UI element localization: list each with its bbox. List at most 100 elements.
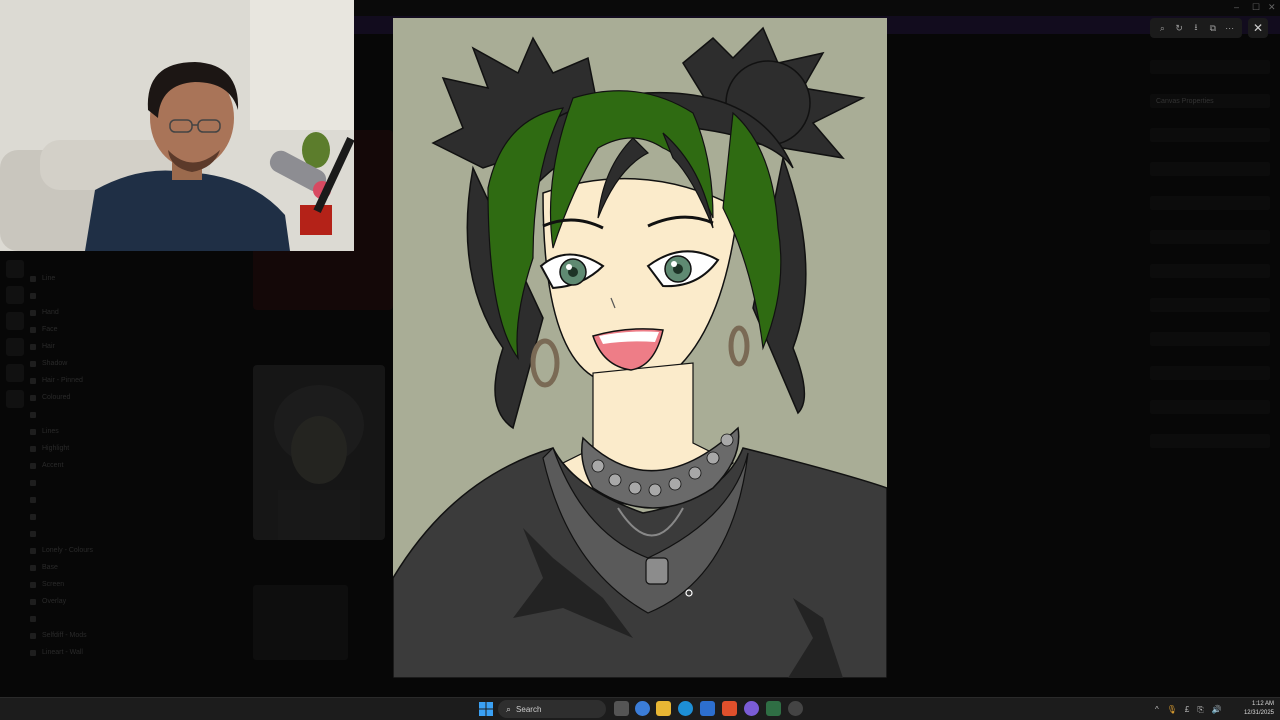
layer-row[interactable] [30, 287, 140, 304]
layer-row[interactable]: Line [30, 270, 140, 287]
layer-row[interactable] [30, 474, 140, 491]
layer-visibility-icon[interactable] [30, 326, 36, 333]
thumbnail-art-icon [274, 385, 364, 540]
tool-button[interactable] [6, 286, 24, 304]
layer-label: Coloured [42, 394, 71, 401]
app-titlebar: – ☐ ✕ [354, 0, 1280, 16]
layer-label: Hair - Pinned [42, 377, 83, 384]
layer-visibility-icon[interactable] [30, 564, 36, 571]
layer-visibility-icon[interactable] [30, 496, 36, 503]
layer-row[interactable]: Lineart - Wall [30, 644, 140, 661]
layer-row[interactable]: Shadow [30, 355, 140, 372]
layer-label: Hair [42, 343, 55, 350]
layer-visibility-icon[interactable] [30, 479, 36, 486]
layer-row[interactable]: Lonely - Colours [30, 542, 140, 559]
layer-visibility-icon[interactable] [30, 547, 36, 554]
layer-label: Shadow [42, 360, 68, 367]
currency-icon[interactable]: £ [1185, 705, 1189, 714]
share-icon[interactable]: ↻ [1172, 21, 1186, 35]
layer-visibility-icon[interactable] [30, 428, 36, 435]
layer-row[interactable] [30, 491, 140, 508]
viewer-close-button[interactable]: ✕ [1248, 18, 1268, 38]
layer-row[interactable] [30, 525, 140, 542]
anime-girl-artwork-icon [393, 18, 887, 678]
copilot-icon[interactable] [635, 701, 650, 716]
excel-icon[interactable] [766, 701, 781, 716]
window-close-icon[interactable]: ✕ [1268, 2, 1276, 13]
layer-visibility-icon[interactable] [30, 377, 36, 384]
layer-visibility-icon[interactable] [30, 598, 36, 605]
layer-row[interactable]: Hand [30, 304, 140, 321]
reference-thumbnail[interactable] [253, 365, 385, 540]
more-icon[interactable]: ⋯ [1223, 21, 1237, 35]
maximize-icon[interactable]: ☐ [1252, 2, 1260, 13]
brave-icon[interactable] [722, 701, 737, 716]
clock-date: 12/31/2025 [1243, 710, 1274, 716]
layer-row[interactable]: Screen [30, 576, 140, 593]
layer-row[interactable]: Hair [30, 338, 140, 355]
layer-row[interactable]: Coloured [30, 389, 140, 406]
layer-row[interactable]: Hair - Pinned [30, 372, 140, 389]
layer-row[interactable] [30, 610, 140, 627]
tool-button[interactable] [6, 390, 24, 408]
layer-row[interactable]: Selfdiff - Mods [30, 627, 140, 644]
layer-visibility-icon[interactable] [30, 309, 36, 316]
layer-visibility-icon[interactable] [30, 530, 36, 537]
layer-visibility-icon[interactable] [30, 343, 36, 350]
volume-icon[interactable]: 🔊 [1212, 705, 1222, 714]
clock-time: 1:12 AM [1251, 701, 1274, 707]
obs-icon[interactable] [788, 701, 803, 716]
secondary-thumbnail[interactable] [253, 585, 348, 660]
file-explorer-icon[interactable] [656, 701, 671, 716]
layer-visibility-icon[interactable] [30, 615, 36, 622]
windows-logo-icon [479, 702, 493, 716]
open-external-icon[interactable]: ⧉ [1206, 21, 1220, 35]
layer-label: Overlay [42, 598, 67, 605]
layer-row[interactable]: Highlight [30, 440, 140, 457]
microphone-icon[interactable]: 🎙 [1167, 705, 1177, 714]
properties-panel [1150, 60, 1270, 660]
layer-visibility-icon[interactable] [30, 275, 36, 282]
layer-row[interactable]: Face [30, 321, 140, 338]
zoom-icon[interactable]: ⌕ [1155, 21, 1169, 35]
store-icon[interactable] [700, 701, 715, 716]
layer-visibility-icon[interactable] [30, 513, 36, 520]
layer-visibility-icon[interactable] [30, 632, 36, 639]
start-button[interactable] [478, 701, 494, 717]
tool-button[interactable] [6, 260, 24, 278]
layer-visibility-icon[interactable] [30, 411, 36, 418]
layer-row[interactable]: Base [30, 559, 140, 576]
layer-visibility-icon[interactable] [30, 292, 36, 299]
tray-overflow-icon[interactable]: ^ [1155, 705, 1159, 714]
layer-row[interactable] [30, 508, 140, 525]
tool-rail [6, 260, 26, 416]
layer-label: Base [42, 564, 58, 571]
layer-row[interactable]: Lines [30, 423, 140, 440]
layer-visibility-icon[interactable] [30, 360, 36, 367]
layer-label: Accent [42, 462, 64, 469]
tool-button[interactable] [6, 364, 24, 382]
layer-label: Lineart - Wall [42, 649, 83, 656]
layer-visibility-icon[interactable] [30, 649, 36, 656]
layer-visibility-icon[interactable] [30, 394, 36, 401]
layer-row[interactable] [30, 406, 140, 423]
layer-row[interactable]: Accent [30, 457, 140, 474]
webcam-feed-icon [0, 0, 354, 251]
download-icon[interactable]: ⭳ [1189, 21, 1203, 35]
artwork-canvas[interactable] [393, 18, 887, 678]
properties-heading: Canvas Properties [1156, 98, 1214, 105]
webcam-overlay [0, 0, 354, 251]
layer-row[interactable]: Overlay [30, 593, 140, 610]
network-icon[interactable]: ⎘ [1197, 705, 1203, 715]
layer-visibility-icon[interactable] [30, 445, 36, 452]
discord-icon[interactable] [744, 701, 759, 716]
tool-button[interactable] [6, 338, 24, 356]
taskbar-search[interactable]: ⌕ Search [498, 700, 606, 718]
minimize-icon[interactable]: – [1234, 2, 1239, 12]
tool-button[interactable] [6, 312, 24, 330]
task-view-icon[interactable] [614, 701, 629, 716]
clock[interactable]: 1:12 AM 12/31/2025 [1236, 700, 1274, 718]
layer-visibility-icon[interactable] [30, 581, 36, 588]
edge-icon[interactable] [678, 701, 693, 716]
layer-visibility-icon[interactable] [30, 462, 36, 469]
